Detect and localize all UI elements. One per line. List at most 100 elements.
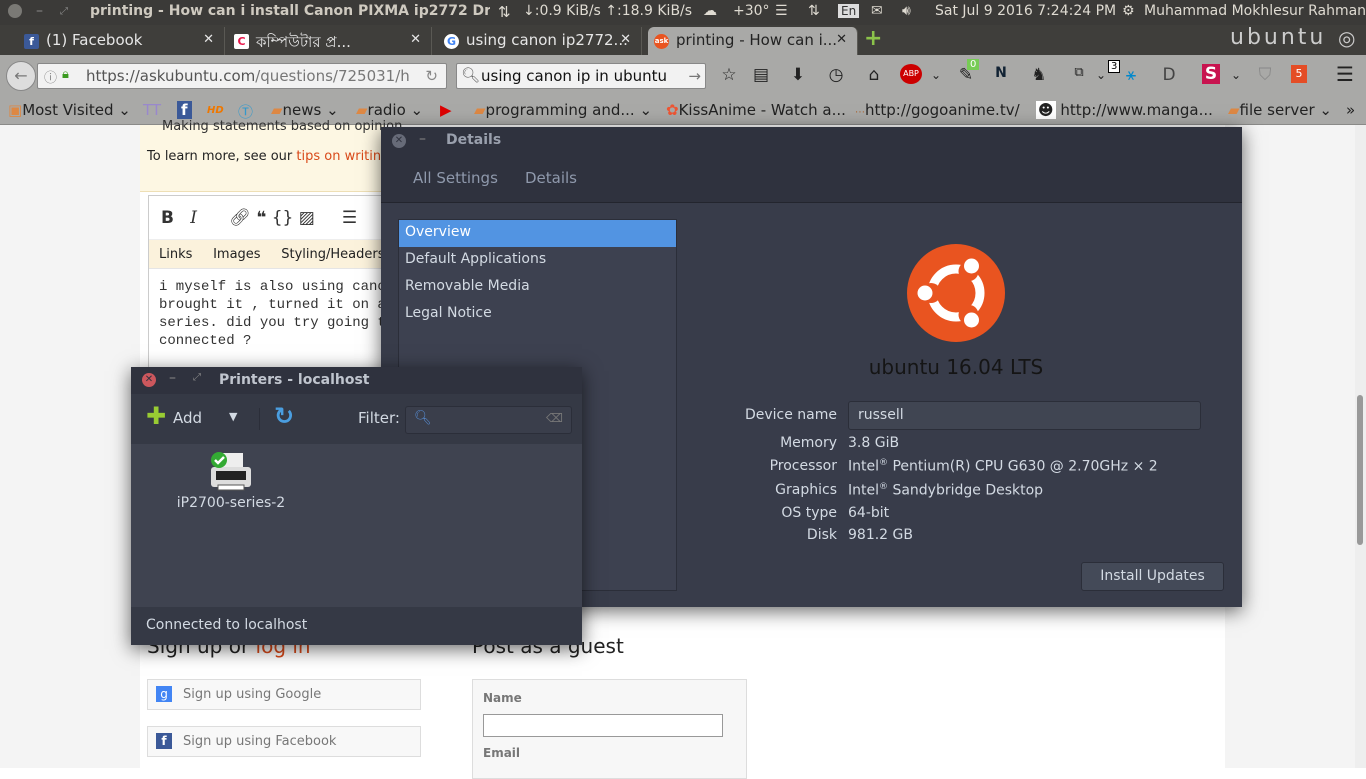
url-bar[interactable]: ⓘ 🔒︎ https://askubuntu.com/questions/725… xyxy=(37,63,447,89)
refresh-icon[interactable]: ↻ xyxy=(274,402,294,430)
bookmark-kissanime[interactable]: ✿KissAnime - Watch a... xyxy=(666,101,846,119)
tab-bengali[interactable]: C কম্পিউটার প্র... ✕ xyxy=(232,27,432,55)
answer-textarea[interactable]: i myself is also using canon brought it … xyxy=(159,278,394,350)
home-icon[interactable]: ⌂ xyxy=(863,65,885,85)
net-speed[interactable]: ↓:0.9 KiB/s ↑:18.9 KiB/s xyxy=(523,3,692,19)
indicator-list-icon[interactable]: ☰ xyxy=(775,3,788,19)
minimize-icon[interactable]: – xyxy=(169,370,176,386)
bookmark-star-icon[interactable]: ☆ xyxy=(718,65,740,85)
window-title: printing - How can i install Canon PIXMA… xyxy=(90,3,490,19)
page-scrollbar[interactable] xyxy=(1355,125,1366,768)
details-breadcrumb[interactable]: Details xyxy=(525,169,577,187)
history-icon[interactable]: ◷ xyxy=(825,65,847,85)
bookmark-file-server[interactable]: ▰file server ⌄ xyxy=(1228,101,1332,119)
sidebar-item-legal-notice[interactable]: Legal Notice xyxy=(399,301,676,328)
keyboard-layout[interactable]: En xyxy=(838,4,860,18)
clock[interactable]: Sat Jul 9 2016 7:24:24 PM xyxy=(935,3,1116,19)
user-name[interactable]: Muhammad Mokhlesur Rahman xyxy=(1144,3,1366,19)
close-icon[interactable]: ✕ xyxy=(392,134,406,148)
close-tab-icon[interactable]: ✕ xyxy=(836,32,847,47)
ubuntu-brand: ubuntu xyxy=(1230,25,1327,50)
evernote-icon[interactable]: ♞ xyxy=(1028,65,1050,85)
add-button[interactable]: Add xyxy=(173,409,202,427)
bookmark-news[interactable]: ▰news ⌄ xyxy=(271,101,339,119)
tab-askubuntu[interactable]: ask printing - How can i... ✕ xyxy=(648,27,858,55)
html5-icon[interactable]: 5 xyxy=(1291,65,1307,83)
bold-button[interactable]: B xyxy=(161,208,174,228)
tab-google[interactable]: Gusing canon ip2772... ✕ xyxy=(442,27,642,55)
bookmark-radio[interactable]: ▰radio ⌄ xyxy=(356,101,423,119)
network-extension-icon[interactable]: ⚹ xyxy=(1120,65,1142,85)
all-settings-button[interactable]: All Settings xyxy=(413,169,498,187)
close-window-icon[interactable] xyxy=(8,4,22,18)
reader-list-icon[interactable]: ▤ xyxy=(750,65,772,85)
search-go-icon[interactable]: → xyxy=(688,67,701,85)
onenote-clipper-icon[interactable]: N xyxy=(990,65,1012,81)
scrollbar-thumb[interactable] xyxy=(1357,395,1363,545)
sidebar-item-default-applications[interactable]: Default Applications xyxy=(399,247,676,274)
shield-icon[interactable]: ⛉ xyxy=(1254,65,1276,85)
close-tab-icon[interactable]: ✕ xyxy=(410,32,421,47)
downloads-icon[interactable]: ⬇ xyxy=(787,65,809,85)
bookmark-most-visited[interactable]: ▣Most Visited ⌄ xyxy=(8,101,131,119)
chevron-down-icon[interactable]: ⌄ xyxy=(1225,68,1247,82)
close-icon[interactable]: ✕ xyxy=(142,373,156,387)
signup-google-button[interactable]: g Sign up using Google xyxy=(147,679,421,710)
back-button[interactable]: ← xyxy=(6,61,36,91)
image-button[interactable]: ▨ xyxy=(299,208,315,228)
help-tab-images[interactable]: Images xyxy=(213,247,261,262)
minimize-icon[interactable]: – xyxy=(419,131,426,147)
screenshot-icon[interactable]: ⧉ xyxy=(1068,65,1090,80)
maximize-icon[interactable]: ⤢ xyxy=(193,372,201,383)
stumble-icon[interactable]: S xyxy=(1202,64,1220,84)
minimize-window-icon[interactable]: – xyxy=(36,3,43,19)
volume-icon[interactable]: 🔊︎ xyxy=(902,3,911,19)
bookmark-gogoanime[interactable]: ⋯http://gogoanime.tv/ xyxy=(855,101,1020,119)
kissanime-icon: ✿ xyxy=(666,101,679,119)
adblock-icon[interactable]: ABP xyxy=(900,64,922,84)
filter-input[interactable]: 🔍︎ ⌫ xyxy=(405,406,572,434)
device-name-input[interactable]: russell xyxy=(848,401,1201,430)
mail-icon[interactable]: ✉ xyxy=(871,3,883,19)
bookmark-manga[interactable]: ☻ http://www.manga... xyxy=(1036,101,1213,119)
bookmark-tt-icon[interactable]: TT xyxy=(143,101,161,119)
help-tab-styling[interactable]: Styling/Headers xyxy=(281,247,384,262)
chevron-down-icon[interactable]: ⌄ xyxy=(925,68,947,82)
google-icon: G xyxy=(444,34,459,49)
close-tab-icon[interactable]: ✕ xyxy=(620,32,631,47)
help-tab-links[interactable]: Links xyxy=(159,247,192,262)
printer-item[interactable]: iP2700-series-2 xyxy=(171,451,291,521)
code-button[interactable]: {} xyxy=(272,208,294,228)
transfer-icon[interactable]: ⇅ xyxy=(808,3,820,19)
search-bar[interactable]: 🔍︎ using canon ip in ubuntu → xyxy=(456,63,706,89)
italic-button[interactable]: I xyxy=(190,208,197,228)
name-label: Name xyxy=(483,691,522,705)
bookmark-youtube-icon[interactable]: ▶ xyxy=(440,101,452,119)
session-gear-icon[interactable]: ⚙ xyxy=(1122,3,1135,19)
install-updates-button[interactable]: Install Updates xyxy=(1081,562,1224,591)
clear-icon[interactable]: ⌫ xyxy=(546,411,563,425)
menu-icon[interactable]: ☰ xyxy=(1334,62,1356,86)
sidebar-item-removable-media[interactable]: Removable Media xyxy=(399,274,676,301)
info-icon[interactable]: ⓘ xyxy=(44,67,57,86)
name-input[interactable] xyxy=(483,714,723,737)
numbered-list-button[interactable]: ☰ xyxy=(342,208,357,228)
sidebar-item-overview[interactable]: Overview xyxy=(399,220,676,247)
email-label: Email xyxy=(483,746,521,760)
signup-facebook-button[interactable]: f Sign up using Facebook xyxy=(147,726,421,757)
bookmark-hd-icon[interactable]: HD xyxy=(207,105,224,116)
tab-facebook[interactable]: f (1) Facebook ✕ xyxy=(22,27,225,55)
bookmark-facebook-icon[interactable]: f xyxy=(177,101,192,119)
reload-icon[interactable]: ↻ xyxy=(425,67,438,85)
processor-value: Intel® Pentium(R) CPU G630 @ 2.70GHz × 2 xyxy=(848,458,1158,475)
restore-window-icon[interactable]: ⤢ xyxy=(60,6,68,17)
add-dropdown-icon[interactable]: ▼ xyxy=(229,410,237,423)
bookmark-programming[interactable]: ▰programming and... ⌄ xyxy=(474,101,652,119)
weather-temp[interactable]: +30° xyxy=(733,3,770,19)
link-button[interactable]: 🔗︎ xyxy=(229,208,251,228)
quote-button[interactable]: ❝ xyxy=(256,208,266,228)
close-tab-icon[interactable]: ✕ xyxy=(203,32,214,47)
new-tab-icon[interactable]: + xyxy=(864,26,882,51)
dashlane-icon[interactable]: D xyxy=(1158,65,1180,85)
more-bookmarks-icon[interactable]: » xyxy=(1346,101,1355,119)
